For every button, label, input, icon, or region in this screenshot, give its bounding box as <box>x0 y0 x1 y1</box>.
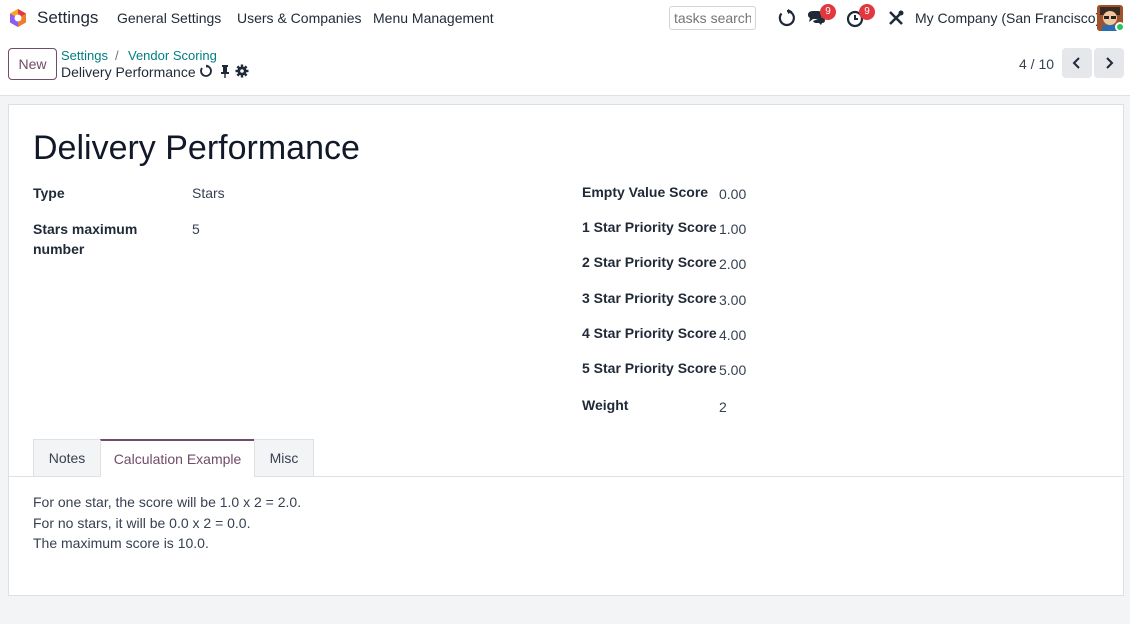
field-label-2-star-score: 2 Star Priority Score <box>582 254 717 270</box>
breadcrumb-settings[interactable]: Settings <box>61 48 108 63</box>
field-label-weight: Weight <box>582 397 629 413</box>
field-label-3-star-score: 3 Star Priority Score <box>582 290 717 306</box>
pin-icon[interactable] <box>218 64 232 78</box>
field-label-empty-score: Empty Value Score <box>582 184 709 200</box>
field-label-type: Type <box>33 185 65 201</box>
refresh-record-icon[interactable] <box>199 64 213 78</box>
chevron-right-icon <box>1106 57 1114 69</box>
field-label-4-star-score: 4 Star Priority Score <box>582 325 717 341</box>
pager-next-button[interactable] <box>1094 48 1124 78</box>
breadcrumb-separator: / <box>115 48 119 63</box>
record-title[interactable]: Delivery Performance <box>33 129 360 168</box>
activities-badge: 9 <box>859 4 875 20</box>
online-status-dot <box>1115 22 1125 32</box>
field-value-empty-score[interactable]: 0.00 <box>719 186 746 202</box>
messages-badge: 9 <box>820 4 836 20</box>
field-value-2-star-score[interactable]: 2.00 <box>719 256 746 272</box>
new-button[interactable]: New <box>8 48 57 80</box>
calculation-line: For one star, the score will be 1.0 x 2 … <box>33 494 302 510</box>
menu-users-companies[interactable]: Users & Companies <box>237 10 362 26</box>
refresh-icon[interactable] <box>777 8 797 28</box>
field-value-4-star-score[interactable]: 4.00 <box>719 327 746 343</box>
tab-calculation-example[interactable]: Calculation Example <box>100 439 255 477</box>
control-panel: New Settings / Vendor Scoring Delivery P… <box>0 36 1130 96</box>
field-value-3-star-score[interactable]: 3.00 <box>719 292 746 308</box>
field-value-type[interactable]: Stars <box>192 185 225 201</box>
field-label-5-star-score: 5 Star Priority Score <box>582 360 717 376</box>
top-navbar: Settings General Settings Users & Compan… <box>0 0 1130 36</box>
gear-icon[interactable] <box>235 64 249 78</box>
menu-menu-management[interactable]: Menu Management <box>373 10 494 26</box>
field-value-1-star-score[interactable]: 1.00 <box>719 221 746 237</box>
breadcrumb-current-record: Delivery Performance <box>61 64 196 80</box>
tasks-search-input[interactable] <box>669 6 756 30</box>
field-label-stars-max: Stars maximum number <box>33 221 138 257</box>
field-value-weight[interactable]: 2 <box>719 399 727 415</box>
field-value-5-star-score[interactable]: 5.00 <box>719 362 746 378</box>
calculation-line: For no stars, it will be 0.0 x 2 = 0.0. <box>33 515 251 531</box>
menu-general-settings[interactable]: General Settings <box>117 10 221 26</box>
field-label-1-star-score: 1 Star Priority Score <box>582 219 717 235</box>
app-logo-icon[interactable] <box>8 8 28 28</box>
pager-previous-button[interactable] <box>1062 48 1092 78</box>
pager-value[interactable]: 4 / 10 <box>1019 56 1054 72</box>
tab-notes[interactable]: Notes <box>33 439 101 477</box>
calculation-line: The maximum score is 10.0. <box>33 535 209 551</box>
form-sheet: Delivery Performance Type Stars Stars ma… <box>8 104 1124 596</box>
breadcrumb-vendor-scoring[interactable]: Vendor Scoring <box>128 48 217 63</box>
app-title[interactable]: Settings <box>37 8 98 28</box>
chevron-left-icon <box>1072 57 1080 69</box>
company-switcher[interactable]: My Company (San Francisco) <box>915 10 1100 26</box>
tools-icon[interactable] <box>886 8 906 28</box>
field-value-stars-max[interactable]: 5 <box>192 221 200 237</box>
tab-misc[interactable]: Misc <box>254 439 314 477</box>
